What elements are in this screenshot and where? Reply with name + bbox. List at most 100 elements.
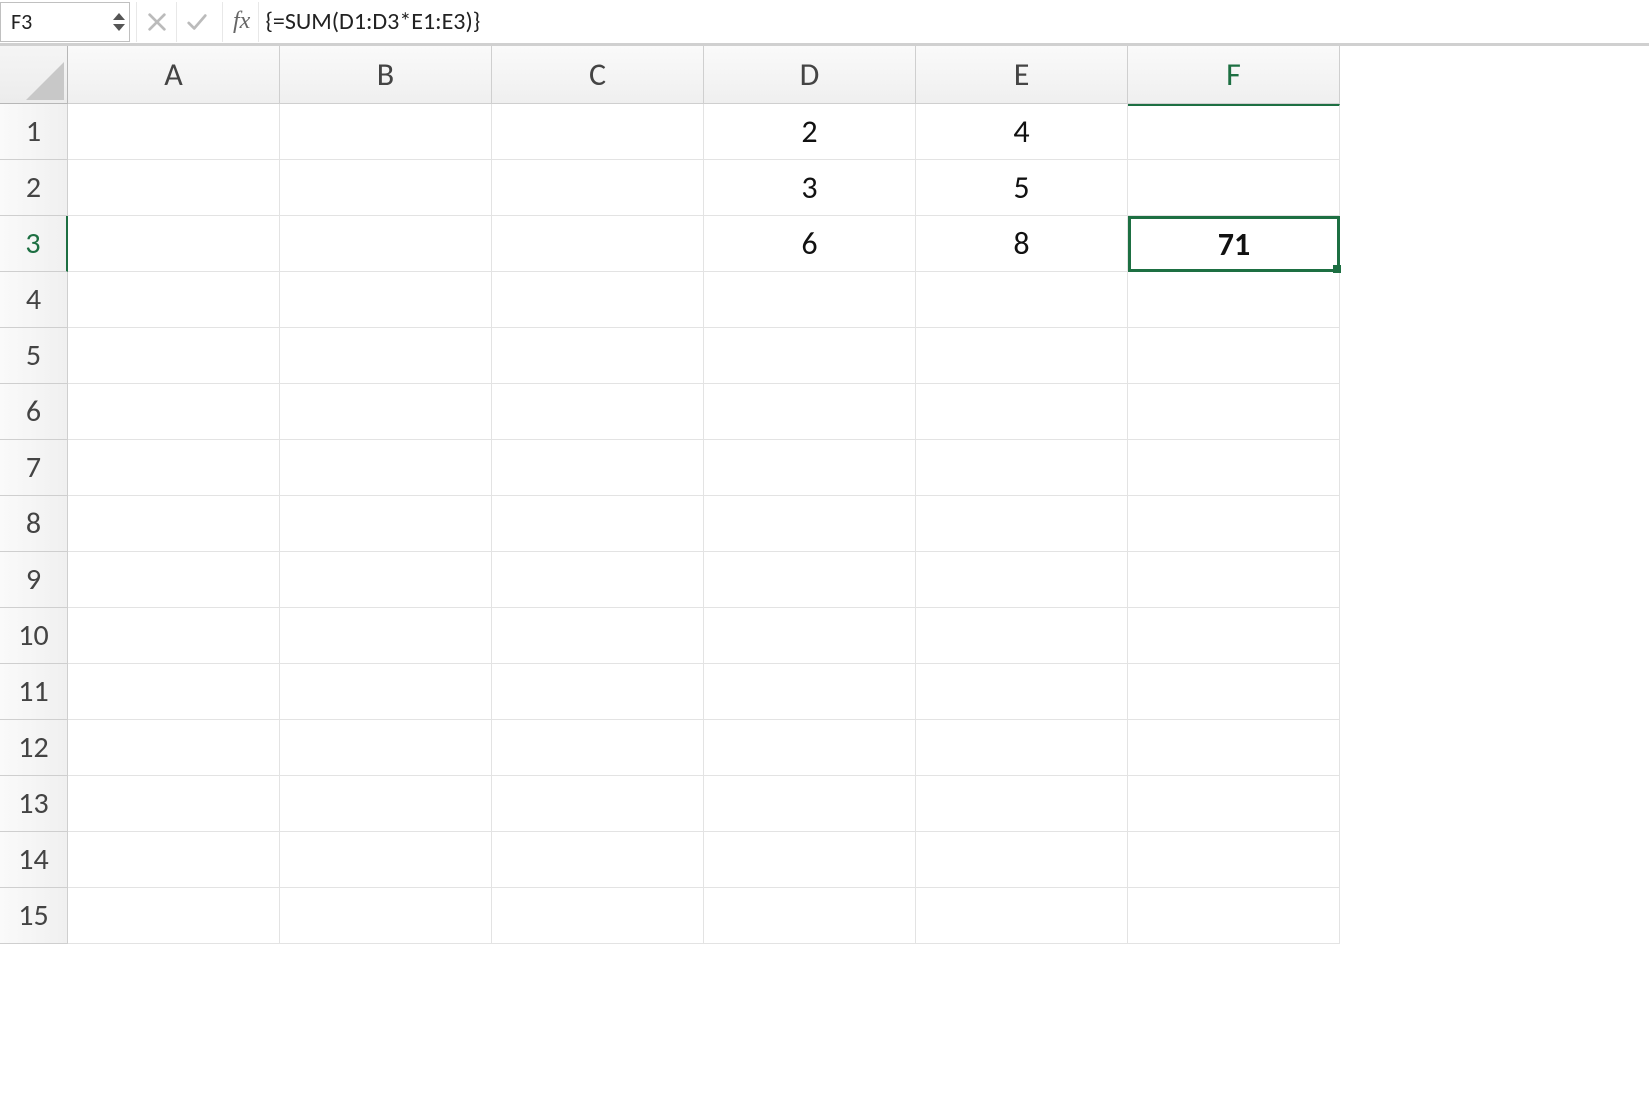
cell-D7[interactable]	[704, 440, 916, 496]
cell-C2[interactable]	[492, 160, 704, 216]
cell-F14[interactable]	[1128, 832, 1340, 888]
cell-E4[interactable]	[916, 272, 1128, 328]
cell-B7[interactable]	[280, 440, 492, 496]
cell-C12[interactable]	[492, 720, 704, 776]
cell-D6[interactable]	[704, 384, 916, 440]
cell-D13[interactable]	[704, 776, 916, 832]
formula-input[interactable]: {=SUM(D1:D3*E1:E3)}	[265, 7, 480, 36]
cell-B5[interactable]	[280, 328, 492, 384]
accept-formula-button[interactable]	[176, 2, 216, 42]
cell-F11[interactable]	[1128, 664, 1340, 720]
row-header-11[interactable]: 11	[0, 664, 68, 720]
cell-A7[interactable]	[68, 440, 280, 496]
cell-E15[interactable]	[916, 888, 1128, 944]
cell-A9[interactable]	[68, 552, 280, 608]
cell-F7[interactable]	[1128, 440, 1340, 496]
cell-F8[interactable]	[1128, 496, 1340, 552]
cell-A14[interactable]	[68, 832, 280, 888]
column-header-C[interactable]: C	[492, 46, 704, 104]
cell-E5[interactable]	[916, 328, 1128, 384]
cell-F15[interactable]	[1128, 888, 1340, 944]
cell-A1[interactable]	[68, 104, 280, 160]
name-box[interactable]: F3	[0, 2, 130, 42]
cell-A2[interactable]	[68, 160, 280, 216]
cell-D10[interactable]	[704, 608, 916, 664]
column-header-A[interactable]: A	[68, 46, 280, 104]
formula-input-wrap[interactable]: {=SUM(D1:D3*E1:E3)}	[258, 2, 1649, 42]
column-header-E[interactable]: E	[916, 46, 1128, 104]
cell-A8[interactable]	[68, 496, 280, 552]
cancel-formula-button[interactable]	[136, 2, 176, 42]
cell-F6[interactable]	[1128, 384, 1340, 440]
cell-C13[interactable]	[492, 776, 704, 832]
cell-E7[interactable]	[916, 440, 1128, 496]
cell-C4[interactable]	[492, 272, 704, 328]
row-header-15[interactable]: 15	[0, 888, 68, 944]
cell-E12[interactable]	[916, 720, 1128, 776]
cell-F3[interactable]: 71	[1128, 216, 1340, 272]
cell-B1[interactable]	[280, 104, 492, 160]
cell-D12[interactable]	[704, 720, 916, 776]
cell-A3[interactable]	[68, 216, 280, 272]
cell-B11[interactable]	[280, 664, 492, 720]
cell-F4[interactable]	[1128, 272, 1340, 328]
spreadsheet-grid[interactable]: ABCDEF12423536871456789101112131415	[0, 46, 1649, 944]
cell-B9[interactable]	[280, 552, 492, 608]
cell-A12[interactable]	[68, 720, 280, 776]
cell-A15[interactable]	[68, 888, 280, 944]
cell-B2[interactable]	[280, 160, 492, 216]
cell-A10[interactable]	[68, 608, 280, 664]
cell-C10[interactable]	[492, 608, 704, 664]
cell-D11[interactable]	[704, 664, 916, 720]
column-header-F[interactable]: F	[1128, 46, 1340, 104]
cell-A5[interactable]	[68, 328, 280, 384]
select-all-corner[interactable]	[0, 46, 68, 104]
cell-B6[interactable]	[280, 384, 492, 440]
cell-C11[interactable]	[492, 664, 704, 720]
cell-B8[interactable]	[280, 496, 492, 552]
cell-F1[interactable]	[1128, 104, 1340, 160]
cell-B12[interactable]	[280, 720, 492, 776]
column-header-D[interactable]: D	[704, 46, 916, 104]
cell-E8[interactable]	[916, 496, 1128, 552]
row-header-3[interactable]: 3	[0, 216, 68, 272]
column-header-B[interactable]: B	[280, 46, 492, 104]
row-header-13[interactable]: 13	[0, 776, 68, 832]
cell-F9[interactable]	[1128, 552, 1340, 608]
cell-F12[interactable]	[1128, 720, 1340, 776]
cell-A13[interactable]	[68, 776, 280, 832]
cell-E14[interactable]	[916, 832, 1128, 888]
cell-F13[interactable]	[1128, 776, 1340, 832]
cell-D4[interactable]	[704, 272, 916, 328]
cell-B15[interactable]	[280, 888, 492, 944]
row-header-10[interactable]: 10	[0, 608, 68, 664]
row-header-1[interactable]: 1	[0, 104, 68, 160]
row-header-8[interactable]: 8	[0, 496, 68, 552]
cell-C1[interactable]	[492, 104, 704, 160]
row-header-12[interactable]: 12	[0, 720, 68, 776]
cell-D9[interactable]	[704, 552, 916, 608]
cell-D1[interactable]: 2	[704, 104, 916, 160]
row-header-5[interactable]: 5	[0, 328, 68, 384]
cell-B4[interactable]	[280, 272, 492, 328]
cell-D14[interactable]	[704, 832, 916, 888]
name-box-stepper[interactable]	[113, 13, 125, 31]
cell-E13[interactable]	[916, 776, 1128, 832]
cell-F10[interactable]	[1128, 608, 1340, 664]
cell-F2[interactable]	[1128, 160, 1340, 216]
cell-E9[interactable]	[916, 552, 1128, 608]
cell-E6[interactable]	[916, 384, 1128, 440]
cell-C5[interactable]	[492, 328, 704, 384]
row-header-7[interactable]: 7	[0, 440, 68, 496]
cell-E10[interactable]	[916, 608, 1128, 664]
cell-C3[interactable]	[492, 216, 704, 272]
cell-E1[interactable]: 4	[916, 104, 1128, 160]
cell-D3[interactable]: 6	[704, 216, 916, 272]
cell-E2[interactable]: 5	[916, 160, 1128, 216]
cell-B13[interactable]	[280, 776, 492, 832]
cell-A11[interactable]	[68, 664, 280, 720]
row-header-2[interactable]: 2	[0, 160, 68, 216]
cell-C14[interactable]	[492, 832, 704, 888]
cell-C8[interactable]	[492, 496, 704, 552]
fx-label[interactable]: fx	[222, 2, 258, 42]
